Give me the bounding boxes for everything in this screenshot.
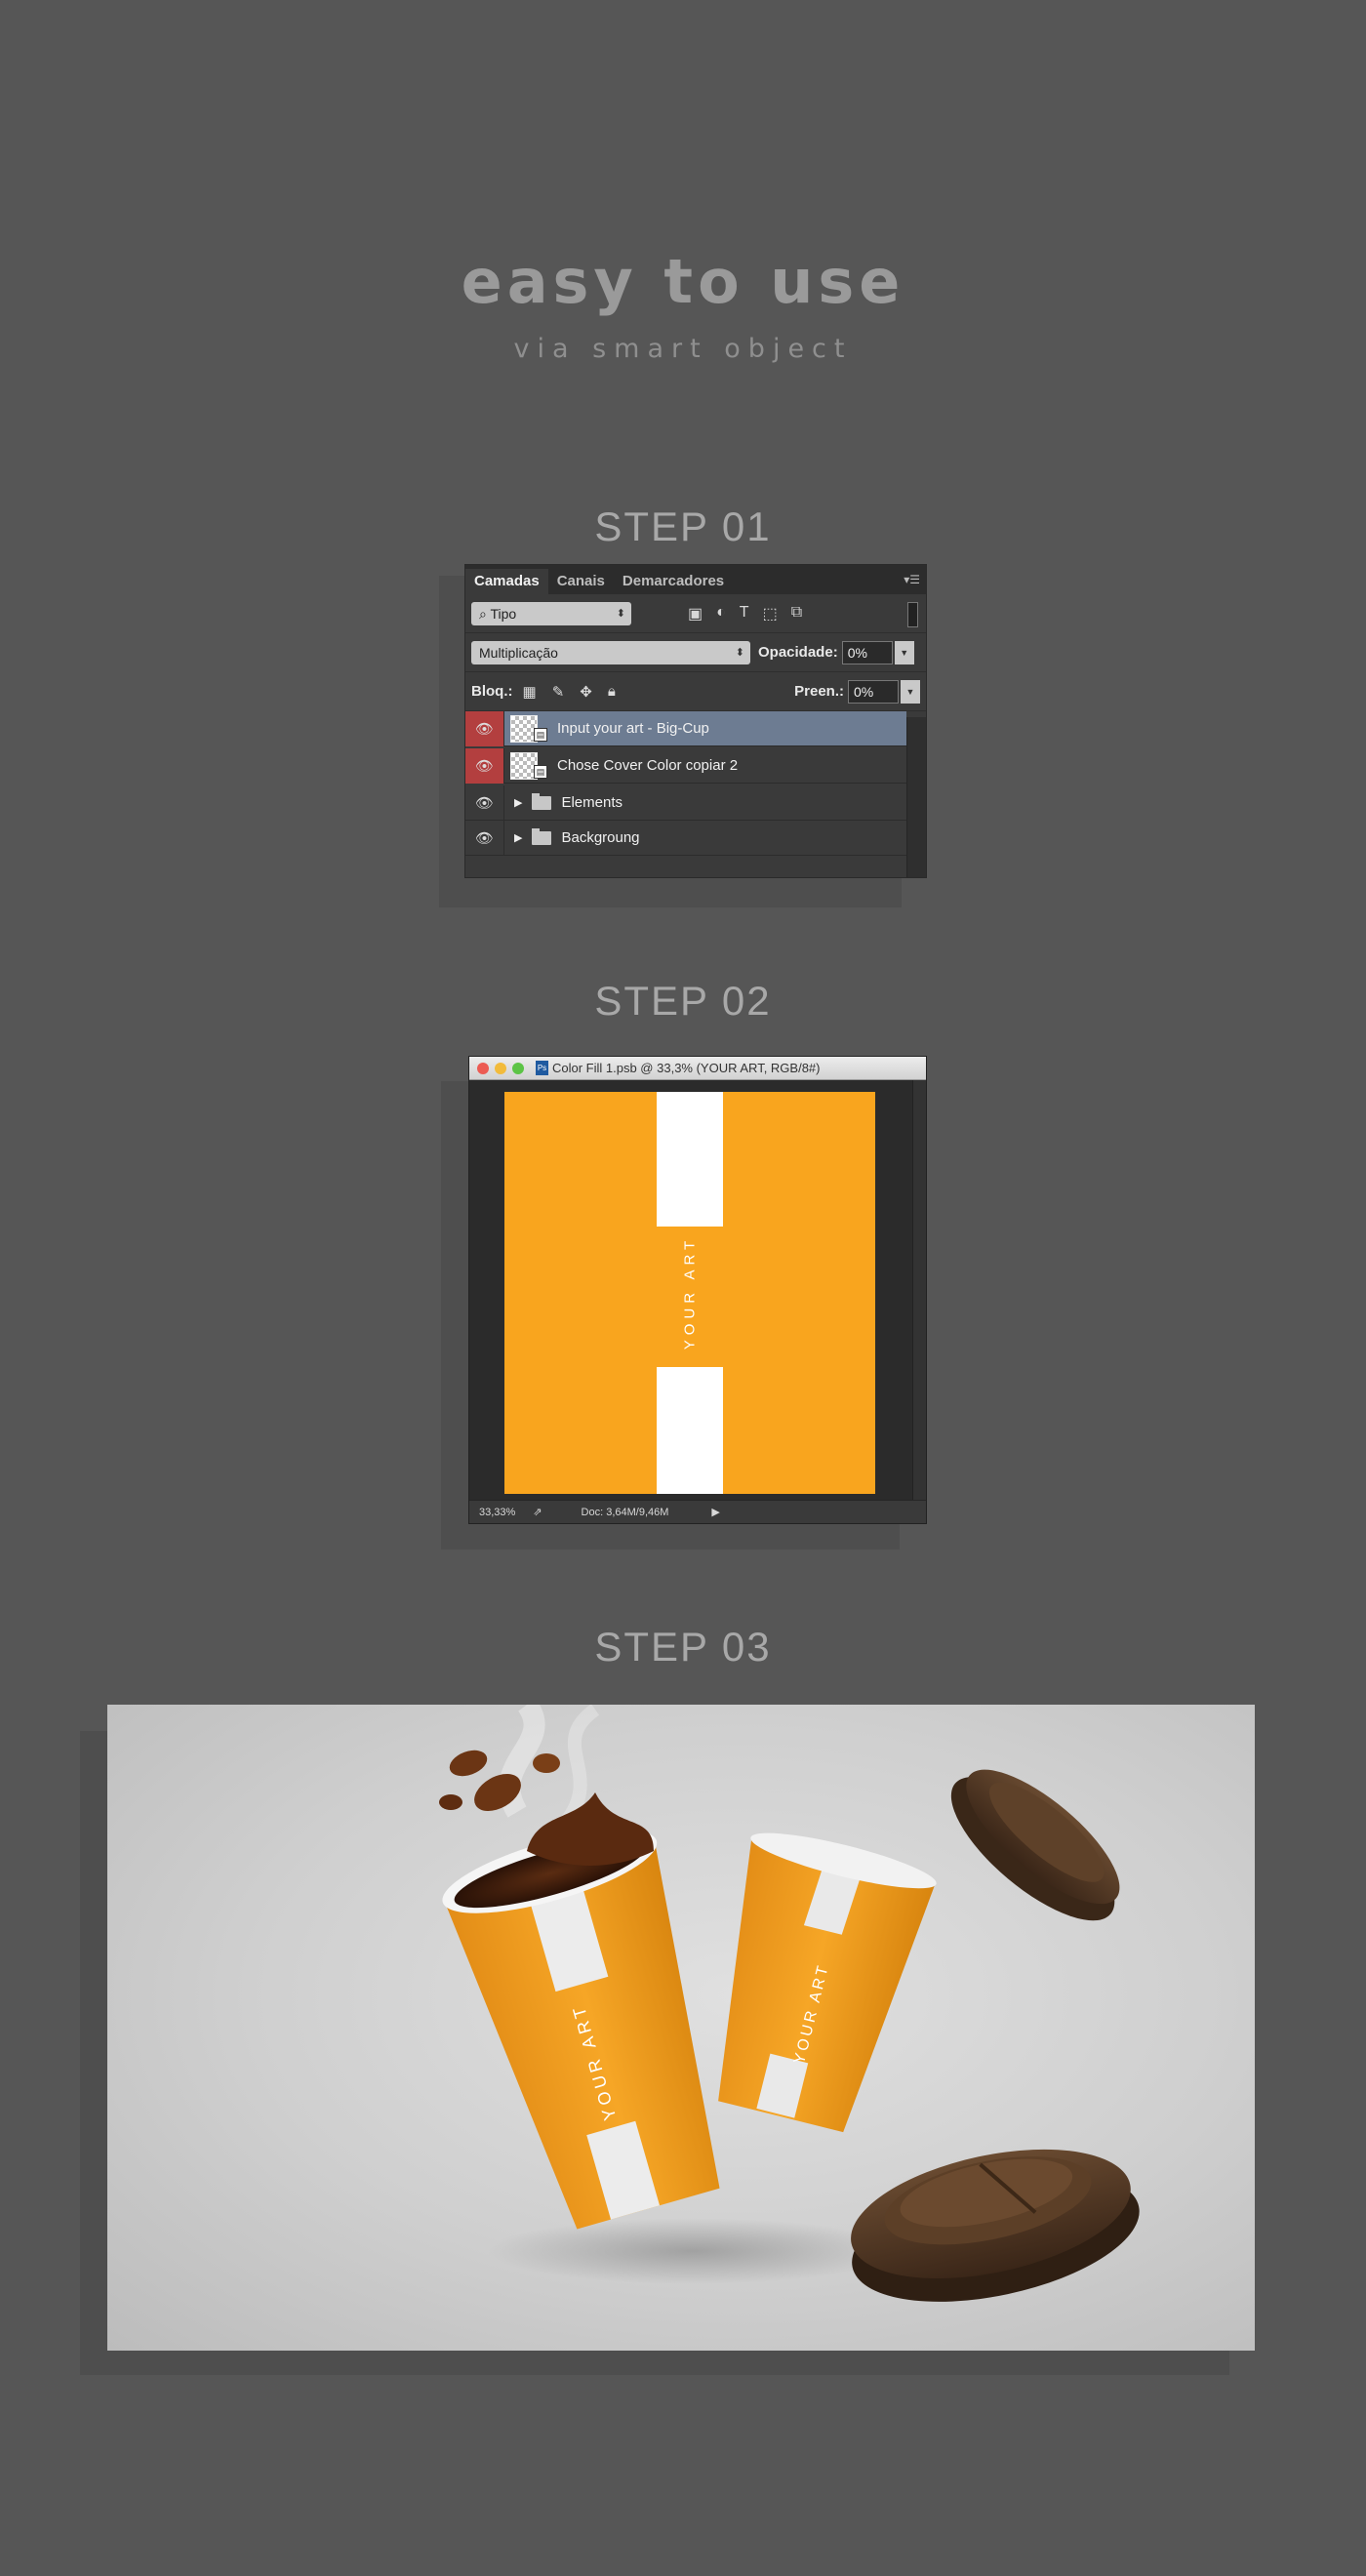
eye-icon[interactable]: 👁︎ [465, 747, 504, 784]
psb-file-icon: Ps [536, 1061, 548, 1075]
layer-name: Elements [561, 794, 623, 811]
eye-icon[interactable]: 👁︎ [465, 820, 504, 856]
opacity-label: Opacidade: [758, 644, 838, 661]
document-window: Ps Color Fill 1.psb @ 33,3% (YOUR ART, R… [468, 1056, 927, 1524]
layers-panel-tabs: Camadas Canais Demarcadores ▾☰ [465, 565, 926, 594]
folder-icon [532, 792, 552, 810]
select-arrows-icon: ⬍ [735, 646, 744, 659]
lock-transparency-icon[interactable]: ▦ [523, 683, 537, 701]
layer-name: Chose Cover Color copiar 2 [557, 757, 739, 774]
folder-icon [532, 827, 552, 845]
mockup-illustration: YOUR ART YOUR ART [439, 1705, 1140, 2302]
step-03-title: STEP 03 [594, 1624, 772, 1670]
layer-list: 👁︎ ▤ Input your art - Big-Cup 👁︎ ▤ Chose… [465, 710, 926, 867]
tab-demarcadores[interactable]: Demarcadores [614, 569, 733, 594]
layer-row[interactable]: 👁︎ ▶ Elements [465, 785, 906, 821]
top-lid [950, 1769, 1120, 1921]
blend-mode-value: Multiplicação [479, 644, 558, 661]
lock-all-icon[interactable]: 🔒︎ [608, 683, 616, 701]
filter-kind-value: Tipo [490, 605, 517, 622]
layers-scrollbar[interactable] [906, 717, 926, 877]
opacity-dropdown-icon[interactable]: ▼ [894, 640, 914, 664]
lock-label: Bloq.: [471, 683, 513, 700]
blend-mode-select[interactable]: Multiplicação ⬍ [471, 640, 750, 664]
adjustment-filter-icon[interactable]: ◐ [716, 604, 726, 624]
back-cup: YOUR ART [718, 1832, 937, 2133]
minimize-window-button[interactable] [495, 1062, 506, 1074]
document-scrollbar[interactable] [912, 1080, 926, 1500]
document-title: Color Fill 1.psb @ 33,3% (YOUR ART, RGB/… [552, 1061, 821, 1075]
front-cup: YOUR ART [442, 1830, 720, 2230]
document-status-bar: 33,33% ⇗ Doc: 3,64M/9,46M ▶ [469, 1500, 926, 1523]
status-menu-arrow-icon[interactable]: ▶ [711, 1506, 719, 1518]
layer-name: Input your art - Big-Cup [557, 720, 709, 737]
tab-canais[interactable]: Canais [548, 569, 614, 594]
layer-row[interactable]: 👁︎ ▤ Input your art - Big-Cup [465, 710, 906, 746]
step-02-title: STEP 02 [594, 978, 772, 1024]
art-white-band-top [657, 1092, 723, 1227]
lock-icons: ▦ ✎ ✥ 🔒︎ [523, 683, 616, 701]
bottom-lid [851, 2149, 1140, 2302]
fill-label: Preen.: [794, 683, 844, 700]
coffee-splash [439, 1750, 654, 1866]
layer-row[interactable]: 👁︎ ▤ Chose Cover Color copiar 2 [465, 747, 906, 784]
art-white-band-bottom [657, 1367, 723, 1494]
step-01-title: STEP 01 [594, 503, 772, 549]
layers-panel: Camadas Canais Demarcadores ▾☰ ⌕ Tipo ⬍ … [464, 564, 927, 878]
layer-row[interactable]: 👁︎ ▶ Backgroung [465, 820, 906, 856]
layer-name: Backgroung [561, 829, 640, 846]
smart-object-icon: ▤ [534, 764, 547, 779]
fill-field[interactable]: 0% [848, 679, 899, 704]
filter-row: ⌕ Tipo ⬍ ▣ ◐ T ⬚ ⧉ [465, 594, 926, 633]
smart-object-filter-icon[interactable]: ⧉ [791, 604, 802, 624]
image-filter-icon[interactable]: ▣ [688, 604, 703, 624]
hero-title: easy to use [461, 246, 905, 317]
zoom-level[interactable]: 33,33% [479, 1507, 515, 1518]
document-titlebar: Ps Color Fill 1.psb @ 33,3% (YOUR ART, R… [469, 1057, 926, 1080]
type-filter-icon[interactable]: T [740, 604, 749, 624]
filter-toggle[interactable] [907, 602, 918, 627]
page: easy to use via smart object STEP 01 Cam… [0, 0, 1366, 2576]
lock-pixels-icon[interactable]: ✎ [552, 683, 565, 701]
close-window-button[interactable] [477, 1062, 489, 1074]
fill-dropdown-icon[interactable]: ▼ [901, 679, 920, 704]
search-icon: ⌕ [479, 605, 491, 622]
opacity-field[interactable]: 0% [841, 640, 893, 664]
mockup-render: YOUR ART YOUR ART [107, 1705, 1255, 2351]
eye-icon[interactable]: 👁︎ [465, 785, 504, 821]
tab-camadas[interactable]: Camadas [465, 569, 548, 594]
shape-filter-icon[interactable]: ⬚ [763, 604, 778, 624]
blend-row: Multiplicação ⬍ Opacidade: 0% ▼ [465, 633, 926, 672]
doc-info: Doc: 3,64M/9,46M [581, 1506, 669, 1518]
floor-shadow [488, 2218, 898, 2284]
lock-position-icon[interactable]: ✥ [580, 683, 592, 701]
smart-object-icon: ▤ [534, 727, 547, 742]
share-icon[interactable]: ⇗ [533, 1506, 542, 1518]
filter-kind-select[interactable]: ⌕ Tipo ⬍ [471, 601, 631, 625]
panel-menu-icon[interactable]: ▾☰ [904, 573, 920, 586]
expand-triangle-icon[interactable]: ▶ [514, 831, 522, 844]
lock-row: Bloq.: ▦ ✎ ✥ 🔒︎ Preen.: 0% ▼ [465, 672, 926, 711]
select-arrows-icon: ⬍ [616, 607, 625, 620]
art-text: YOUR ART [681, 1235, 699, 1350]
filter-icons: ▣ ◐ T ⬚ ⧉ [688, 604, 802, 624]
canvas-artwork[interactable]: YOUR ART [504, 1092, 875, 1494]
expand-triangle-icon[interactable]: ▶ [514, 796, 522, 809]
zoom-window-button[interactable] [512, 1062, 524, 1074]
hero-subtitle: via smart object [513, 334, 853, 364]
eye-icon[interactable]: 👁︎ [465, 710, 504, 746]
